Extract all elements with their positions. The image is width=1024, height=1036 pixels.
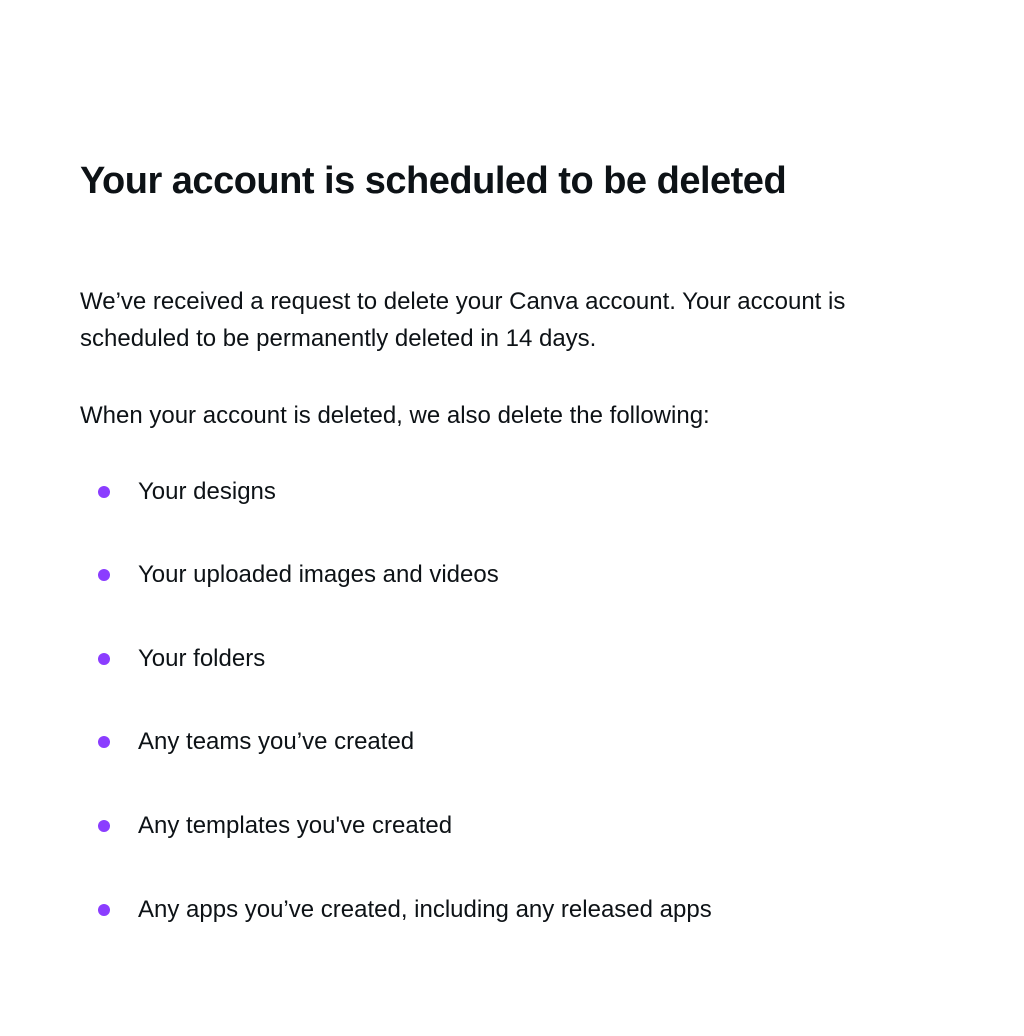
deletion-list: Your designs Your uploaded images and vi… [80,475,944,927]
bullet-icon [98,736,110,748]
list-item-text: Any teams you’ve created [138,725,414,759]
bullet-icon [98,569,110,581]
bullet-icon [98,653,110,665]
bullet-icon [98,820,110,832]
list-item-text: Your designs [138,475,276,509]
list-item: Your designs [98,475,944,509]
page-title: Your account is scheduled to be deleted [80,160,944,203]
bullet-icon [98,486,110,498]
list-item-text: Your folders [138,642,265,676]
list-item-text: Any templates you've created [138,809,452,843]
list-item: Any apps you’ve created, including any r… [98,893,944,927]
intro-paragraph: We’ve received a request to delete your … [80,283,944,357]
bullet-icon [98,904,110,916]
list-item: Your uploaded images and videos [98,558,944,592]
list-item-text: Any apps you’ve created, including any r… [138,893,712,927]
list-item: Your folders [98,642,944,676]
list-item: Any teams you’ve created [98,725,944,759]
list-item-text: Your uploaded images and videos [138,558,499,592]
list-intro-paragraph: When your account is deleted, we also de… [80,397,944,434]
list-item: Any templates you've created [98,809,944,843]
